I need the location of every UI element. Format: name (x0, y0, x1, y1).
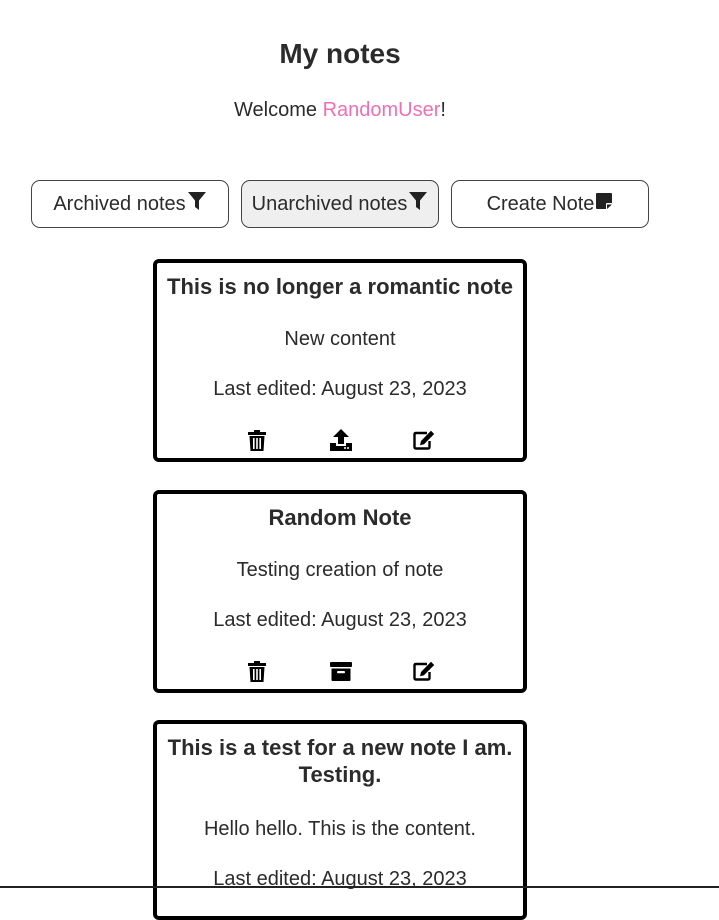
welcome-suffix: ! (440, 99, 446, 121)
note-card: Random Note Testing creation of note Las… (153, 490, 527, 693)
filter-icon (187, 192, 206, 210)
unarchive-note-button[interactable] (329, 428, 353, 452)
delete-note-button[interactable] (245, 428, 269, 452)
sticky-note-icon (596, 193, 613, 209)
note-content: Hello hello. This is the content. (203, 818, 476, 840)
username: RandomUser (322, 99, 441, 121)
note-content: Testing creation of note (236, 559, 444, 581)
note-content: New content (284, 328, 396, 350)
note-actions (157, 428, 523, 452)
archived-notes-label: Archived notes (53, 192, 186, 215)
edit-note-button[interactable] (412, 428, 436, 452)
viewport-bottom-edge (0, 886, 719, 888)
unarchived-notes-button[interactable]: Unarchived notes (241, 180, 439, 228)
note-title: This is a test for a new note I am. Test… (167, 735, 513, 787)
note-actions (157, 659, 523, 683)
filter-icon (409, 192, 428, 210)
archive-note-button[interactable] (329, 659, 353, 683)
welcome-message: Welcome RandomUser! (0, 99, 680, 122)
delete-note-button[interactable] (245, 659, 269, 683)
archive-icon (330, 661, 352, 681)
edit-icon (413, 430, 435, 450)
unarchived-notes-label: Unarchived notes (251, 192, 408, 215)
page-title: My notes (279, 38, 401, 69)
note-last-edited: Last edited: August 23, 2023 (213, 378, 467, 400)
welcome-prefix: Welcome (234, 99, 323, 121)
trash-icon (248, 429, 266, 451)
upload-icon (330, 429, 352, 451)
note-card: This is a test for a new note I am. Test… (153, 720, 527, 920)
archived-notes-button[interactable]: Archived notes (31, 180, 229, 228)
create-note-label: Create Note (486, 192, 595, 215)
note-last-edited: Last edited: August 23, 2023 (213, 609, 467, 631)
edit-icon (413, 661, 435, 681)
note-title: This is no longer a romantic note (167, 274, 513, 299)
note-title: Random Note (268, 505, 412, 530)
note-card: This is no longer a romantic note New co… (153, 259, 527, 462)
create-note-button[interactable]: Create Note (451, 180, 649, 228)
trash-icon (248, 660, 266, 682)
edit-note-button[interactable] (412, 659, 436, 683)
